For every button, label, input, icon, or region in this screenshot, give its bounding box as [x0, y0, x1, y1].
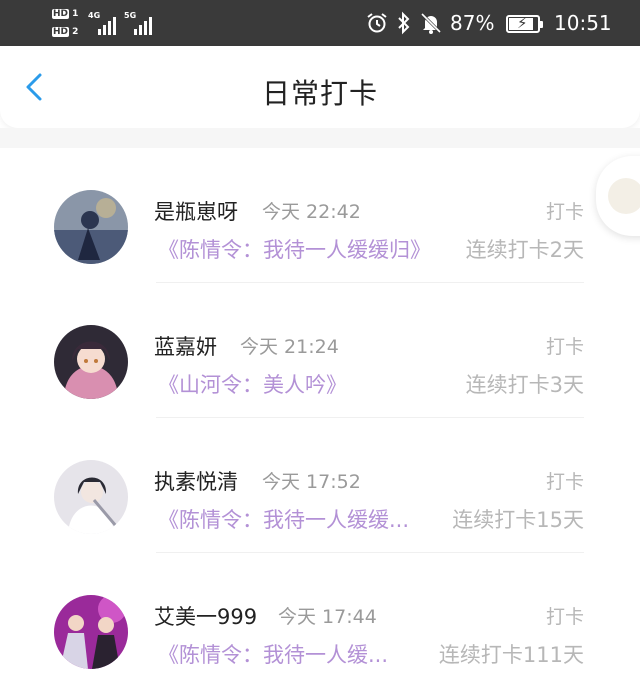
charging-icon: ⚡: [517, 14, 528, 32]
checkin-label: 打卡: [545, 606, 584, 628]
checkin-label: 打卡: [545, 201, 584, 223]
checkin-item[interactable]: 艾美一999 今天 17:44 打卡 《陈情令：我待一人缓... 连续打卡111…: [0, 553, 640, 688]
checkin-label: 打卡: [545, 336, 584, 358]
status-bar: HD 1 HD 2 4G 5G 87% ⚡ 10:51: [0, 0, 640, 46]
checkin-item[interactable]: 执素悦清 今天 17:52 打卡 《陈情令：我待一人缓缓... 连续打卡15天: [0, 418, 640, 553]
checkin-item[interactable]: 是瓶崽呀 今天 22:42 打卡 《陈情令：我待一人缓缓归》 连续打卡2天: [0, 148, 640, 283]
hd-badge-2: HD: [52, 27, 70, 37]
checkin-label: 打卡: [545, 471, 584, 493]
section-gap: [0, 128, 640, 148]
checkin-time: 今天 21:24: [240, 336, 339, 358]
sim-slot-1: 1: [72, 9, 79, 19]
sim-slot-2: 2: [72, 27, 79, 37]
streak-text: 连续打卡111天: [438, 643, 584, 667]
checkin-time: 今天 17:44: [278, 606, 377, 628]
page-title: 日常打卡: [261, 77, 378, 110]
book-title[interactable]: 《山河令：美人吟》: [158, 369, 347, 399]
streak-text: 连续打卡2天: [465, 238, 584, 262]
streak-text: 连续打卡3天: [465, 373, 584, 397]
hd-badge-1: HD: [52, 9, 70, 19]
streak-text: 连续打卡15天: [452, 508, 584, 532]
battery-percent: 87%: [450, 11, 495, 35]
alarm-icon: [367, 13, 387, 33]
user-name[interactable]: 艾美一999: [154, 601, 257, 631]
avatar[interactable]: [54, 460, 128, 534]
book-title[interactable]: 《陈情令：我待一人缓缓归》: [158, 234, 444, 264]
clock: 10:51: [554, 11, 612, 35]
avatar[interactable]: [54, 325, 128, 399]
user-name[interactable]: 执素悦清: [154, 466, 238, 496]
avatar[interactable]: [54, 190, 128, 264]
checkin-time: 今天 17:52: [262, 471, 361, 493]
flower-icon: [608, 178, 640, 214]
bluetooth-icon: [398, 11, 410, 35]
avatar[interactable]: [54, 595, 128, 669]
battery-icon: ⚡: [506, 14, 543, 33]
user-name[interactable]: 是瓶崽呀: [154, 196, 238, 226]
book-title[interactable]: 《陈情令：我待一人缓...: [158, 639, 408, 669]
book-title[interactable]: 《陈情令：我待一人缓缓...: [158, 504, 428, 534]
status-icons: 87% ⚡ 10:51: [366, 8, 626, 38]
checkin-item[interactable]: 蓝嘉妍 今天 21:24 打卡 《山河令：美人吟》 连续打卡3天: [0, 283, 640, 418]
checkin-time: 今天 22:42: [262, 201, 361, 223]
user-name[interactable]: 蓝嘉妍: [154, 331, 217, 361]
mute-icon: [420, 12, 442, 34]
nav-bar: 日常打卡: [0, 46, 640, 128]
